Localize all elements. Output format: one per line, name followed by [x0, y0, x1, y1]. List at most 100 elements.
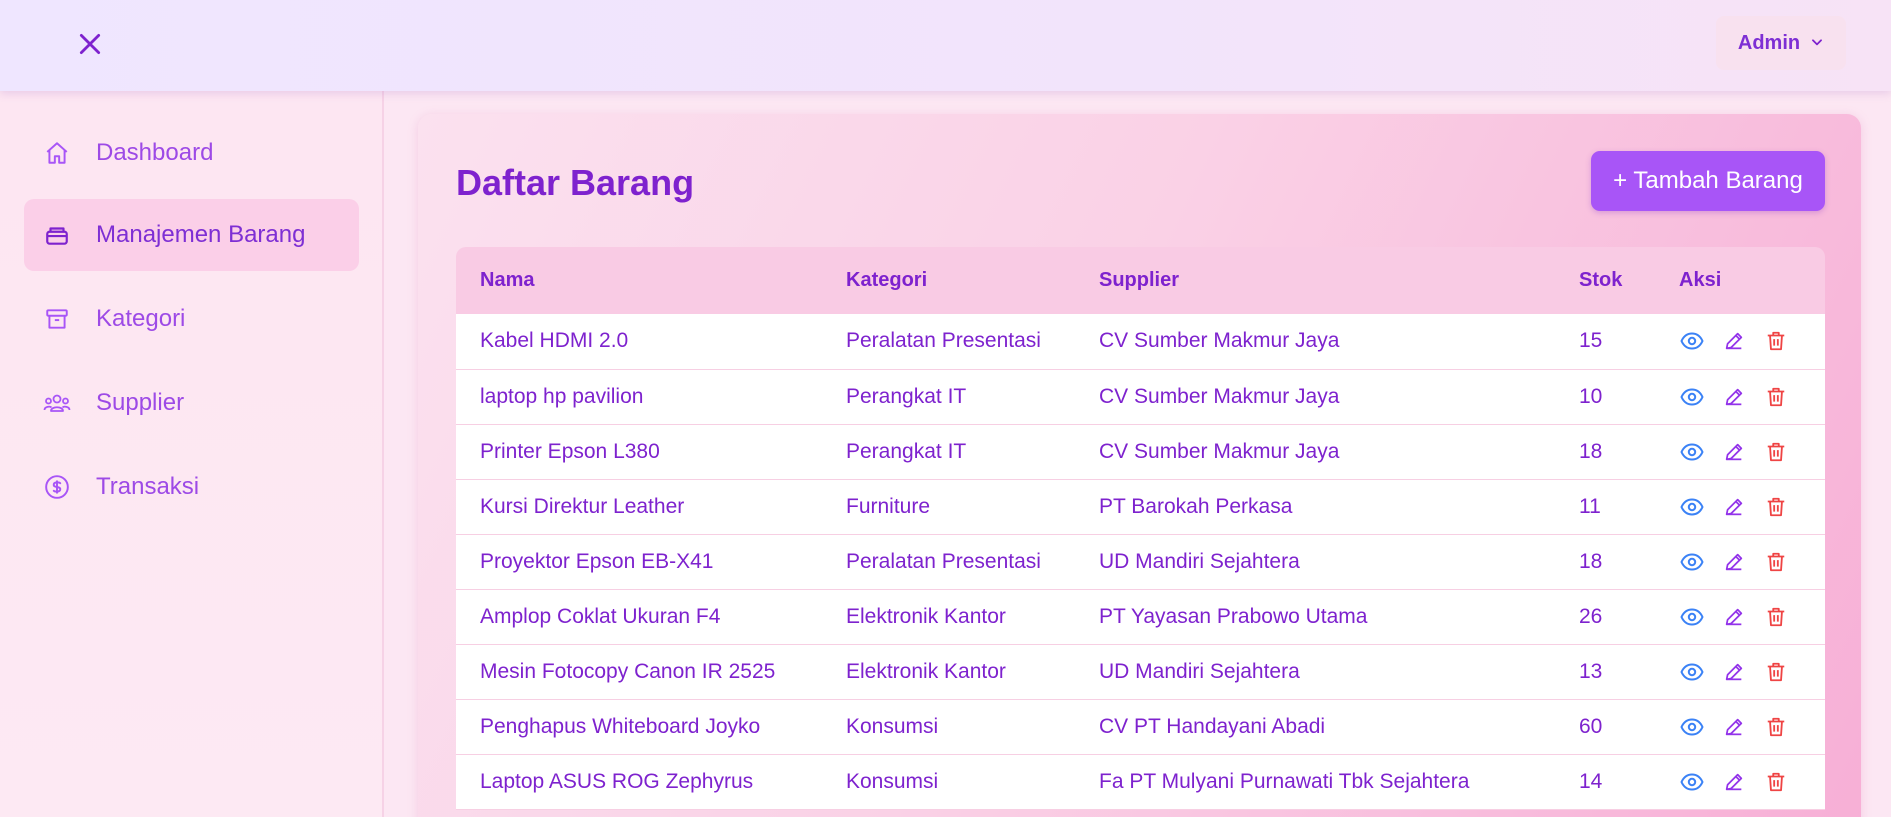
cell-stok: 26 [1579, 604, 1603, 628]
eye-icon[interactable] [1679, 549, 1705, 575]
add-item-button[interactable]: + Tambah Barang [1591, 151, 1825, 211]
cell-nama: laptop hp pavilion [480, 384, 644, 408]
user-menu-button[interactable]: Admin [1716, 16, 1846, 70]
trash-icon[interactable] [1763, 549, 1789, 575]
cell-aksi [1655, 424, 1825, 479]
eye-icon[interactable] [1679, 769, 1705, 795]
trash-icon[interactable] [1763, 714, 1789, 740]
home-icon [42, 138, 72, 168]
row-actions [1679, 659, 1825, 685]
table-row: Laptop ASUS ROG Zephyrus Konsumsi Fa PT Mu… [456, 754, 1825, 809]
eye-icon[interactable] [1679, 714, 1705, 740]
row-actions [1679, 439, 1825, 465]
eye-icon[interactable] [1679, 604, 1705, 630]
pencil-icon[interactable] [1721, 659, 1747, 685]
cell-nama: Amplop Coklat Ukuran F4 [480, 604, 721, 628]
cell-stok: 11 [1579, 494, 1601, 518]
cell-stok: 15 [1579, 329, 1603, 353]
cell-aksi [1655, 479, 1825, 534]
row-actions [1679, 494, 1825, 520]
items-table: Nama Kategori Supplier Stok Aksi Kabel H… [456, 247, 1825, 817]
eye-icon[interactable] [1679, 384, 1705, 410]
pencil-icon[interactable] [1721, 769, 1747, 795]
table-row: Mesin Fotocopy Canon IR 2525 Elektronik K… [456, 644, 1825, 699]
pencil-icon[interactable] [1721, 549, 1747, 575]
table-body: Kabel HDMI 2.0 Peralatan Presentasi CV Sum… [456, 314, 1825, 809]
pencil-icon[interactable] [1721, 328, 1747, 354]
close-icon[interactable] [72, 26, 108, 62]
cell-kategori: Perangkat IT [846, 439, 967, 463]
cell-kategori: Konsumsi [846, 714, 939, 738]
cell-aksi [1655, 754, 1825, 809]
row-actions [1679, 604, 1825, 630]
cell-aksi [1655, 314, 1825, 369]
pencil-icon[interactable] [1721, 604, 1747, 630]
table-row: Penghapus Whiteboard Joyko Konsumsi CV PT … [456, 699, 1825, 754]
trash-icon[interactable] [1763, 769, 1789, 795]
sidebar-item-label: Manajemen Barang [96, 221, 306, 248]
column-header-kategori: Kategori [846, 269, 928, 291]
cell-stok: 14 [1579, 769, 1603, 793]
cell-kategori: Konsumsi [846, 769, 939, 793]
column-header-nama: Nama [480, 269, 535, 291]
cell-supplier: CV Sumber Makmur Jaya [1099, 384, 1340, 408]
pencil-icon[interactable] [1721, 714, 1747, 740]
trash-icon[interactable] [1763, 439, 1789, 465]
table-row: Amplop Coklat Ukuran F4 Elektronik Kantor… [456, 589, 1825, 644]
sidebar: Dashboard Manajemen Barang Kategori Supp… [0, 91, 384, 817]
sidebar-item-manajemen-barang[interactable]: Manajemen Barang [24, 199, 359, 271]
cell-kategori: Elektronik Kantor [846, 604, 1006, 628]
pencil-icon[interactable] [1721, 439, 1747, 465]
cell-stok: 60 [1579, 714, 1603, 738]
user-menu-label: Admin [1737, 31, 1801, 54]
cell-kategori: Perangkat IT [846, 384, 967, 408]
cell-kategori: Peralatan Presentasi [846, 329, 1041, 353]
trash-icon[interactable] [1763, 328, 1789, 354]
trash-icon[interactable] [1763, 494, 1789, 520]
trash-icon[interactable] [1763, 604, 1789, 630]
row-actions [1679, 549, 1825, 575]
sidebar-item-transaksi[interactable]: Transaksi [24, 451, 359, 523]
cell-supplier: Fa PT Mulyani Purnawati Tbk Sejahtera [1099, 769, 1470, 793]
column-header-supplier: Supplier [1099, 269, 1180, 291]
column-header-stok: Stok [1579, 269, 1623, 291]
cell-stok: 18 [1579, 549, 1603, 573]
dollar-icon [42, 472, 72, 502]
eye-icon[interactable] [1679, 439, 1705, 465]
trash-icon[interactable] [1763, 384, 1789, 410]
trash-icon[interactable] [1763, 659, 1789, 685]
eye-icon[interactable] [1679, 328, 1705, 354]
users-icon [42, 388, 72, 418]
cell-supplier: UD Mandiri Sejahtera [1099, 659, 1300, 683]
sidebar-item-label: Transaksi [96, 473, 200, 500]
column-header-aksi: Aksi [1679, 269, 1722, 291]
cell-stok: 10 [1579, 384, 1603, 408]
table-row: Printer Epson L380 Perangkat IT CV Sumber … [456, 424, 1825, 479]
row-actions [1679, 328, 1825, 354]
top-bar: Admin [0, 0, 1891, 91]
cell-supplier: UD Mandiri Sejahtera [1099, 549, 1300, 573]
cell-nama: Printer Epson L380 [480, 439, 660, 463]
pencil-icon[interactable] [1721, 384, 1747, 410]
pencil-icon[interactable] [1721, 494, 1747, 520]
items-card: Daftar Barang + Tambah Barang Nama Kateg… [418, 114, 1861, 817]
cell-aksi [1655, 589, 1825, 644]
sidebar-item-supplier[interactable]: Supplier [24, 367, 359, 439]
cell-kategori: Elektronik Kantor [846, 659, 1006, 683]
cell-kategori: Peralatan Presentasi [846, 549, 1041, 573]
cell-supplier: CV PT Handayani Abadi [1099, 714, 1326, 738]
cell-supplier: PT Barokah Perkasa [1099, 494, 1293, 518]
row-actions [1679, 384, 1825, 410]
cell-nama: Laptop ASUS ROG Zephyrus [480, 769, 754, 793]
table-row: laptop hp pavilion Perangkat IT CV Sumber … [456, 369, 1825, 424]
eye-icon[interactable] [1679, 494, 1705, 520]
sidebar-item-kategori[interactable]: Kategori [24, 283, 359, 355]
table-row: Kursi Direktur Leather Furniture PT Baroka… [456, 479, 1825, 534]
archive-icon [42, 304, 72, 334]
page-title: Daftar Barang [456, 162, 695, 203]
cell-nama: Proyektor Epson EB-X41 [480, 549, 714, 573]
eye-icon[interactable] [1679, 659, 1705, 685]
table-row: Proyektor Epson EB-X41 Peralatan Presenta… [456, 534, 1825, 589]
cell-nama: Mesin Fotocopy Canon IR 2525 [480, 659, 776, 683]
sidebar-item-dashboard[interactable]: Dashboard [24, 117, 359, 189]
